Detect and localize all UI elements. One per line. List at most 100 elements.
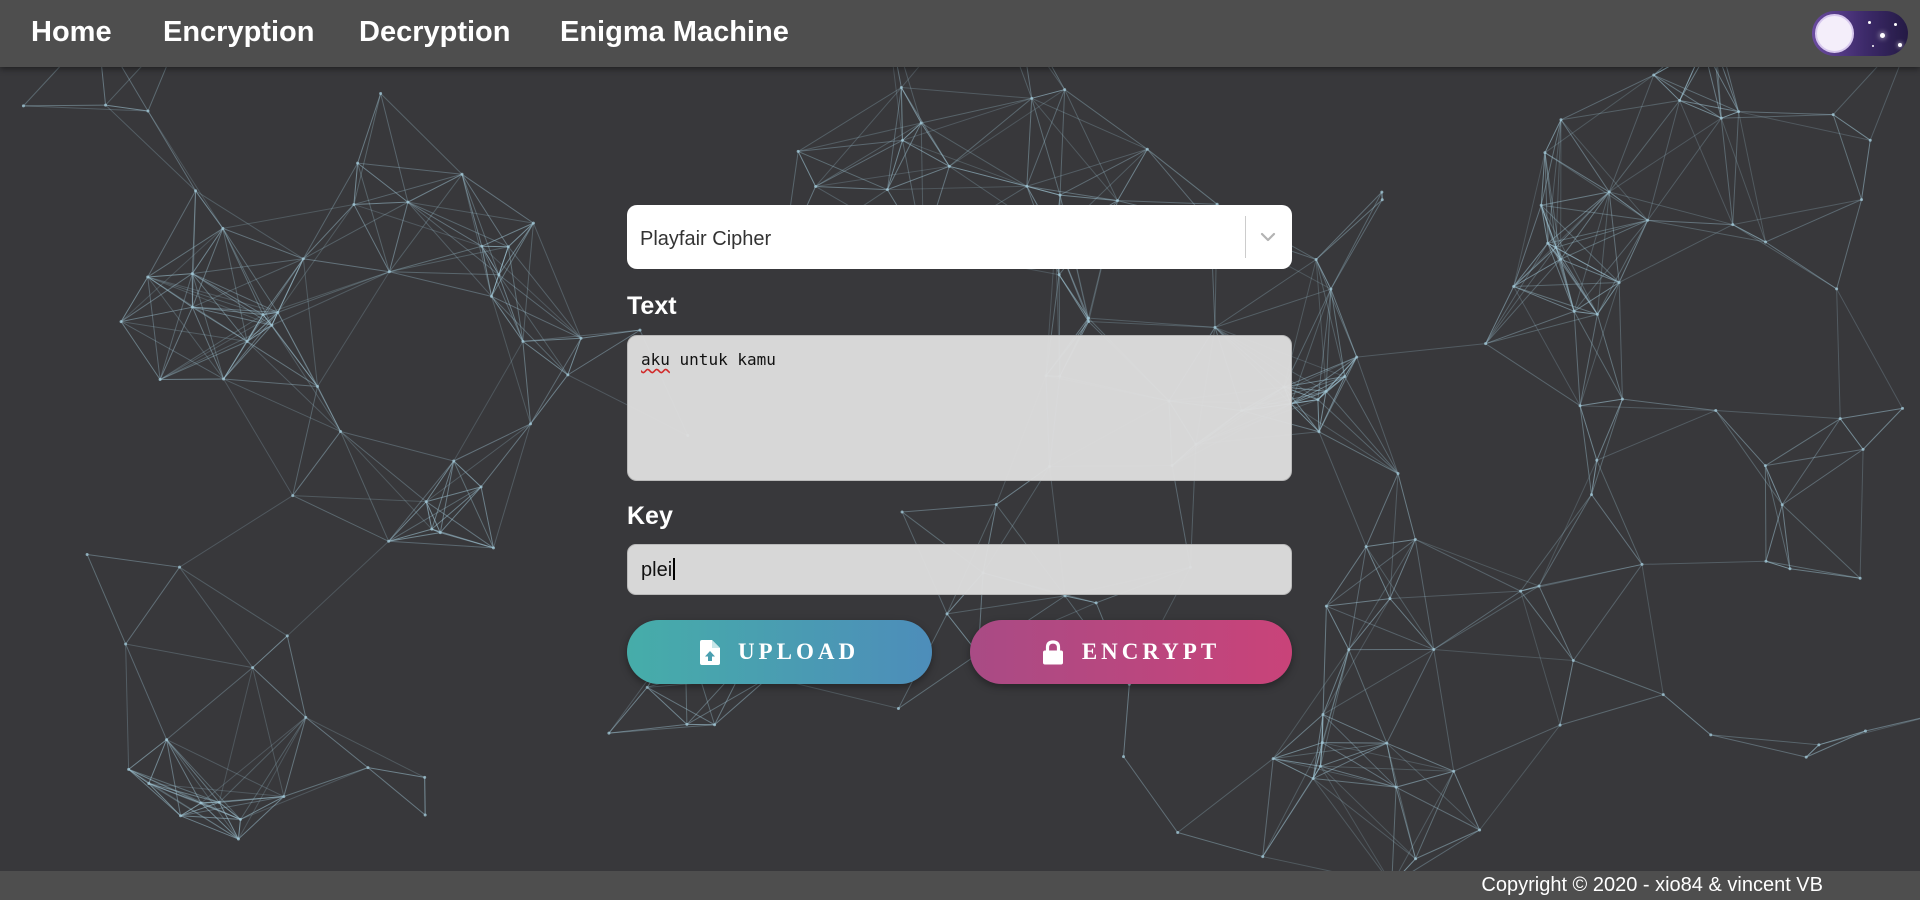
network-line <box>1315 191 1383 260</box>
network-line <box>1389 539 1416 599</box>
network-node <box>194 189 198 193</box>
network-node <box>1347 648 1351 652</box>
network-line <box>1559 660 1574 726</box>
star-icon <box>1880 33 1885 38</box>
network-line <box>1764 465 1791 569</box>
upload-button[interactable]: UPLOAD <box>627 620 932 684</box>
network-line <box>380 93 409 203</box>
nav-decryption-link[interactable]: Decryption <box>359 0 510 67</box>
network-line <box>1031 89 1065 99</box>
network-node <box>1719 116 1723 120</box>
encrypt-button-label: ENCRYPT <box>1081 639 1221 664</box>
network-node <box>1452 769 1456 773</box>
network-line <box>105 104 196 192</box>
network-line <box>1765 418 1841 467</box>
text-input-value: untuk kamu <box>669 350 776 369</box>
network-node <box>685 722 689 726</box>
nav-enigma-machine-link[interactable]: Enigma Machine <box>560 0 789 67</box>
network-line <box>388 460 455 542</box>
network-line <box>125 566 180 645</box>
network-line <box>1415 539 1521 592</box>
network-line <box>815 165 950 187</box>
network-line <box>797 150 888 191</box>
network-node <box>379 92 383 96</box>
network-line <box>1520 590 1574 661</box>
cipher-select[interactable]: Playfair Cipher <box>627 205 1292 269</box>
network-node <box>1640 562 1644 566</box>
network-node <box>1176 831 1180 835</box>
network-node <box>1578 404 1582 408</box>
network-line <box>1538 494 1592 587</box>
network-line <box>1318 431 1367 547</box>
network-line <box>159 306 193 380</box>
network-node <box>199 801 203 805</box>
text-input-area[interactable]: aku untuk kamu <box>627 335 1292 481</box>
moon-icon <box>1815 14 1854 53</box>
network-line <box>1710 734 1807 758</box>
nav-home-link[interactable]: Home <box>31 0 112 67</box>
network-line <box>87 553 180 568</box>
network-node <box>316 384 320 388</box>
network-line <box>1356 356 1399 474</box>
network-node <box>885 188 889 192</box>
network-line <box>1662 694 1712 736</box>
network-line <box>218 717 307 803</box>
network-line <box>1348 598 1391 650</box>
network-node <box>1063 88 1067 92</box>
network-line <box>340 430 454 462</box>
network-line <box>147 110 196 192</box>
network-node <box>245 339 249 343</box>
network-line <box>946 595 1066 615</box>
network-node <box>1731 223 1735 227</box>
network-line <box>407 201 492 297</box>
network-line <box>1641 564 1664 695</box>
network-line <box>1560 258 1620 283</box>
network-line <box>1560 74 1654 121</box>
network-node <box>1901 406 1905 410</box>
network-line <box>1146 148 1218 205</box>
theme-toggle-switch[interactable] <box>1812 11 1908 56</box>
network-line <box>1573 219 1649 312</box>
network-node <box>424 500 428 504</box>
network-line <box>286 540 389 637</box>
network-line <box>389 271 492 297</box>
file-upload-icon <box>699 639 720 665</box>
key-input[interactable]: plei <box>627 544 1292 595</box>
network-node <box>1595 312 1599 316</box>
chevron-down-icon[interactable] <box>1256 227 1280 247</box>
network-line <box>367 767 425 778</box>
network-line <box>522 340 569 376</box>
network-node <box>1539 203 1543 207</box>
network-node <box>1413 537 1417 541</box>
network-node <box>1678 99 1682 103</box>
network-node <box>900 138 904 142</box>
copyright-text: Copyright © 2020 - xio84 & vincent VB <box>1481 874 1823 896</box>
network-line <box>1653 74 1680 101</box>
network-line <box>901 87 1032 99</box>
network-line <box>1572 564 1643 661</box>
encrypt-button[interactable]: ENCRYPT <box>970 620 1292 684</box>
network-line <box>1559 694 1664 726</box>
network-node <box>531 221 535 225</box>
network-node <box>1764 559 1768 563</box>
network-line <box>608 687 648 734</box>
network-line <box>389 271 499 276</box>
network-node <box>221 226 225 230</box>
network-node <box>947 164 951 168</box>
network-line <box>353 93 382 205</box>
network-node <box>1355 355 1359 359</box>
network-line <box>1326 539 1416 607</box>
network-node <box>1571 659 1575 663</box>
network-line <box>195 190 304 260</box>
network-node <box>1324 389 1328 393</box>
network-node <box>1030 96 1034 100</box>
network-line <box>1348 546 1367 650</box>
cipher-select-value: Playfair Cipher <box>640 228 772 250</box>
network-node <box>1321 713 1325 717</box>
network-line <box>1485 343 1581 407</box>
network-node <box>896 706 900 710</box>
network-line <box>1839 418 1864 450</box>
network-line <box>498 274 582 339</box>
nav-encryption-link[interactable]: Encryption <box>163 0 314 67</box>
network-node <box>356 161 360 165</box>
